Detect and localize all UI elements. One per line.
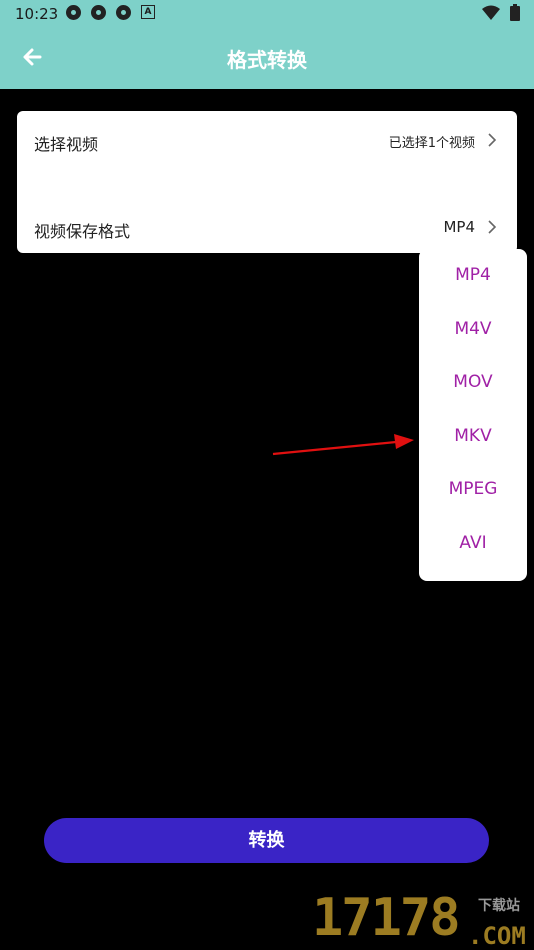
format-dropdown-menu: MP4 M4V MOV MKV MPEG AVI [419, 249, 527, 581]
watermark-tag: 下载站 [478, 898, 520, 914]
format-option-mov[interactable]: MOV [419, 362, 527, 402]
page-title: 格式转换 [227, 48, 307, 72]
watermark-logo: 17178 [312, 888, 461, 948]
app-notification-icon [116, 5, 131, 20]
format-option-mpeg[interactable]: MPEG [419, 469, 527, 509]
select-video-row[interactable]: 选择视频 已选择1个视频 [17, 115, 517, 165]
select-video-value: 已选择1个视频 [388, 136, 475, 151]
select-video-label: 选择视频 [34, 135, 99, 154]
chevron-right-icon [488, 220, 497, 234]
app-notification-icon [91, 5, 106, 20]
format-option-avi[interactable]: AVI [419, 523, 527, 563]
format-option-mp4[interactable]: MP4 [419, 255, 527, 295]
save-format-value: MP4 [443, 218, 475, 236]
app-notification-icon [66, 5, 81, 20]
app-bar: 格式转换 [0, 26, 534, 89]
wifi-icon [482, 5, 500, 20]
format-option-m4v[interactable]: M4V [419, 309, 527, 349]
format-option-mkv[interactable]: MKV [419, 416, 527, 456]
save-format-row[interactable]: 视频保存格式 MP4 [17, 202, 517, 252]
status-bar: 10:23 A [0, 0, 534, 26]
save-format-label: 视频保存格式 [34, 222, 131, 241]
status-time: 10:23 [15, 5, 59, 23]
keyboard-icon: A [141, 5, 155, 19]
settings-card: 选择视频 已选择1个视频 视频保存格式 MP4 [17, 111, 517, 253]
battery-icon [510, 4, 520, 21]
chevron-right-icon [488, 133, 497, 147]
watermark-suffix: .COM [468, 922, 526, 950]
system-icons [482, 4, 520, 21]
convert-button[interactable]: 转换 [44, 818, 489, 863]
notification-icons: A [66, 5, 155, 20]
